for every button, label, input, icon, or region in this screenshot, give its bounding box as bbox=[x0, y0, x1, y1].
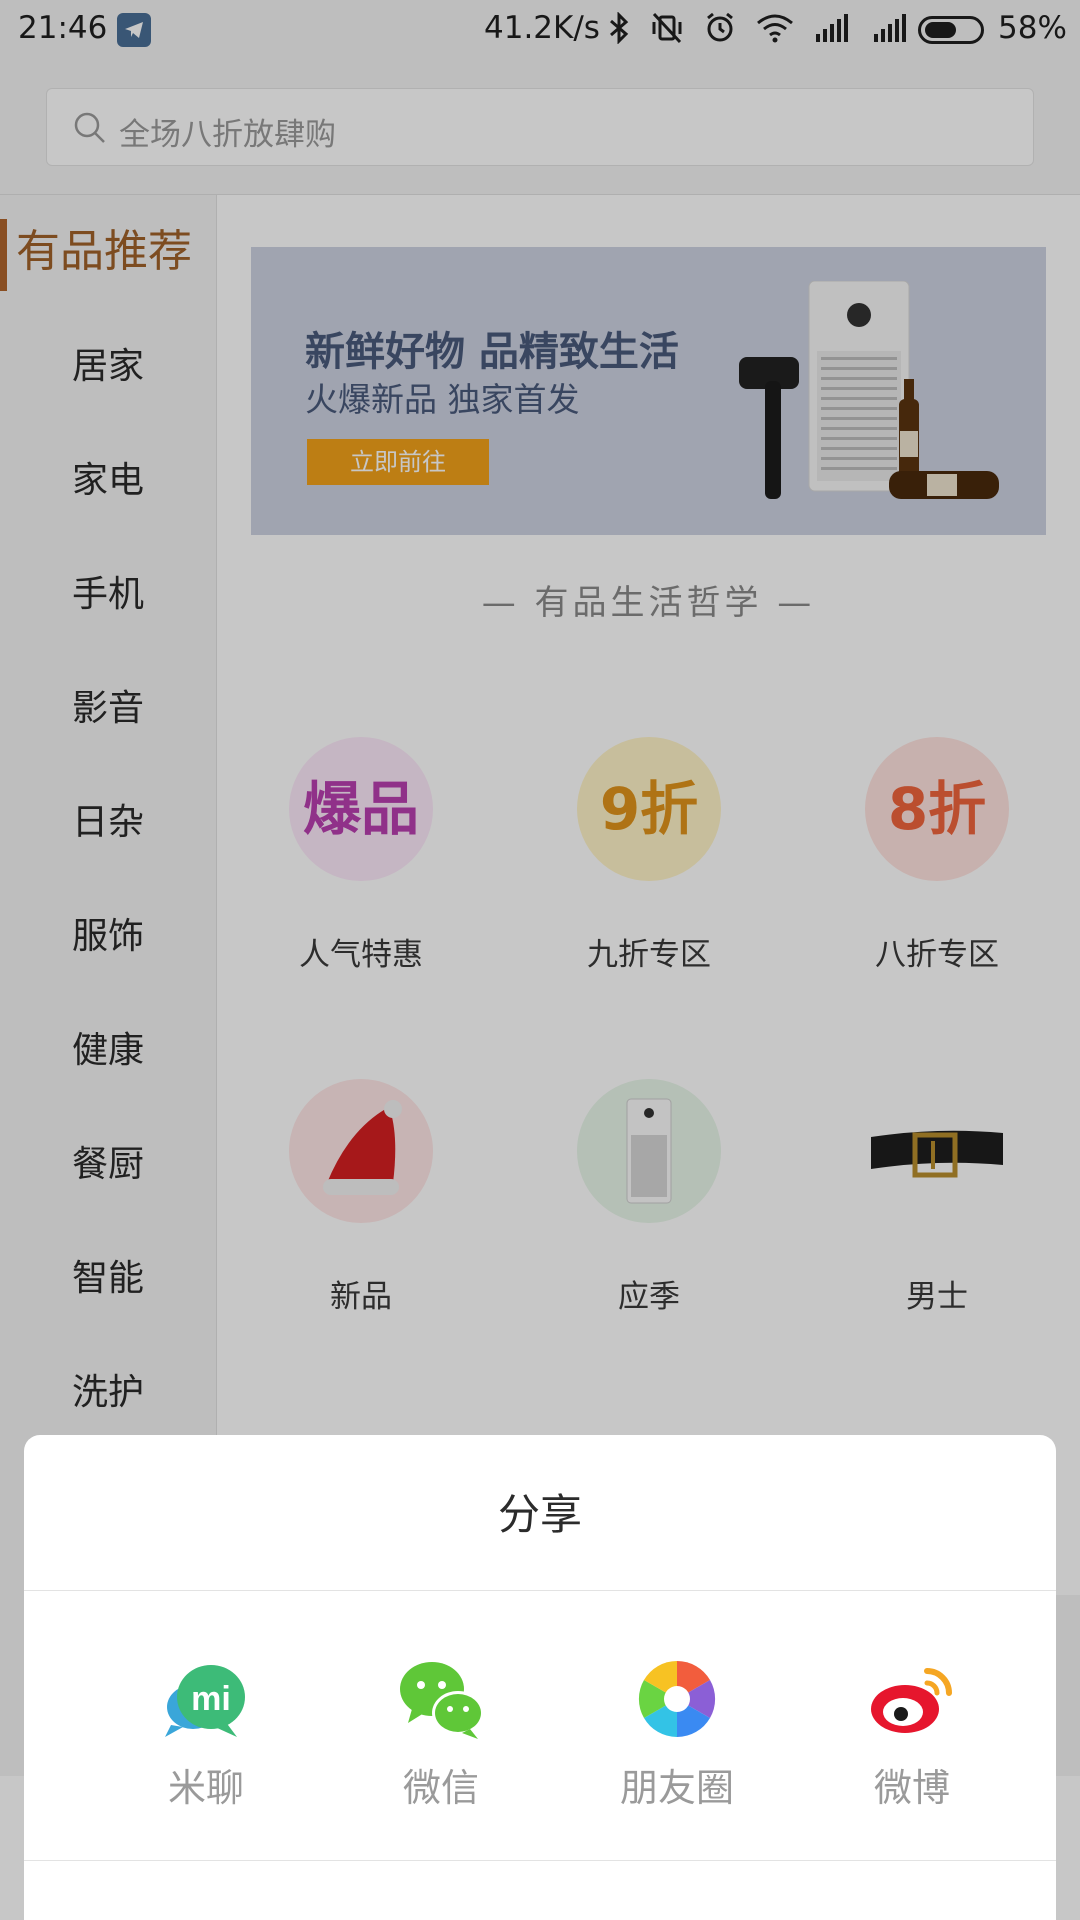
svg-text:mi: mi bbox=[191, 1680, 231, 1718]
miliao-icon: mi bbox=[163, 1659, 249, 1739]
share-sheet-title: 分享 bbox=[497, 1490, 582, 1539]
share-weibo-button[interactable]: 微博 bbox=[822, 1659, 1002, 1812]
divider bbox=[24, 1590, 1056, 1591]
share-sheet: 分享 mi 米聊 微信 朋友圈 微博 bbox=[24, 1435, 1056, 1920]
wechat-icon bbox=[398, 1659, 484, 1739]
share-option-label: 朋友圈 bbox=[619, 1766, 734, 1810]
share-option-label: 微信 bbox=[402, 1766, 479, 1810]
divider bbox=[24, 1860, 1056, 1861]
share-wechat-button[interactable]: 微信 bbox=[351, 1659, 531, 1812]
moments-icon bbox=[634, 1659, 720, 1739]
share-moments-button[interactable]: 朋友圈 bbox=[587, 1659, 767, 1812]
share-miliao-button[interactable]: mi 米聊 bbox=[116, 1659, 296, 1812]
share-option-label: 微博 bbox=[873, 1766, 950, 1810]
weibo-icon bbox=[869, 1659, 955, 1739]
share-option-label: 米聊 bbox=[167, 1766, 244, 1810]
